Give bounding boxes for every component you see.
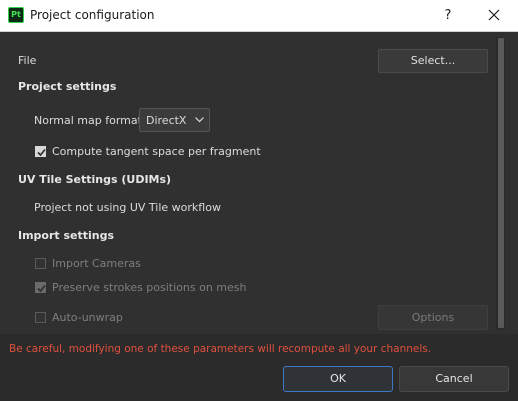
close-icon xyxy=(488,9,500,21)
select-file-button[interactable]: Select... xyxy=(378,49,488,73)
help-button[interactable]: ? xyxy=(436,0,460,31)
normal-map-format-label: Normal map format xyxy=(34,114,142,127)
project-settings-header: Project settings xyxy=(18,80,117,93)
file-label: File xyxy=(18,54,37,67)
chevron-down-icon xyxy=(195,117,204,123)
compute-tangent-label[interactable]: Compute tangent space per fragment xyxy=(52,145,261,158)
import-cameras-checkbox[interactable] xyxy=(35,258,46,269)
window-title: Project configuration xyxy=(30,8,155,22)
auto-unwrap-label: Auto-unwrap xyxy=(52,311,123,324)
uv-tile-status: Project not using UV Tile workflow xyxy=(34,201,221,214)
title-bar: Pt Project configuration ? xyxy=(0,0,518,32)
options-button[interactable]: Options xyxy=(378,305,488,330)
ok-button[interactable]: OK xyxy=(283,366,393,392)
auto-unwrap-checkbox[interactable] xyxy=(35,312,46,323)
checkmark-icon xyxy=(37,284,46,293)
preserve-strokes-label: Preserve strokes positions on mesh xyxy=(52,281,247,294)
close-button[interactable] xyxy=(480,0,508,31)
normal-map-format-value: DirectX xyxy=(146,114,187,127)
preserve-strokes-checkbox[interactable] xyxy=(35,282,46,293)
import-cameras-label: Import Cameras xyxy=(52,257,141,270)
compute-tangent-checkbox[interactable] xyxy=(35,146,46,157)
uv-tile-header: UV Tile Settings (UDIMs) xyxy=(18,173,172,186)
app-icon: Pt xyxy=(8,7,24,23)
scrollbar-thumb[interactable] xyxy=(498,38,504,328)
warning-message: Be careful, modifying one of these param… xyxy=(9,343,432,355)
normal-map-format-select[interactable]: DirectX xyxy=(139,108,210,132)
cancel-button[interactable]: Cancel xyxy=(399,366,509,392)
checkmark-icon xyxy=(37,148,46,157)
import-settings-header: Import settings xyxy=(18,229,115,242)
